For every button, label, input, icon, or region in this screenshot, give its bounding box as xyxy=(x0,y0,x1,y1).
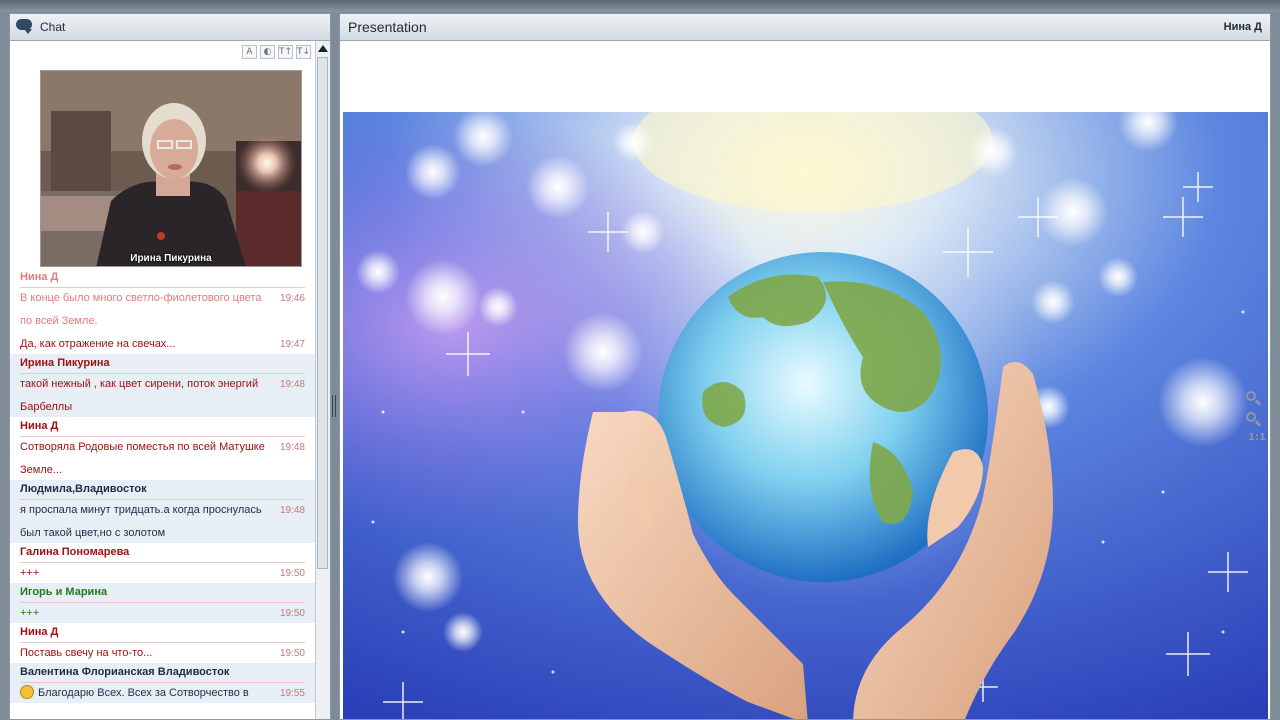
message-line: я проспала минут тридцать.а когда просну… xyxy=(10,497,315,520)
message-timestamp: 19:47 xyxy=(279,339,305,350)
presentation-slide[interactable] xyxy=(343,112,1268,719)
chat-message: Галина Пономарева +++ 19:50 xyxy=(10,543,315,583)
message-text: +++ xyxy=(20,607,40,619)
message-sender: Людмила,Владивосток xyxy=(10,480,315,500)
chat-scrollbar[interactable] xyxy=(315,41,330,719)
message-text: Поставь свечу на что-то... xyxy=(20,647,153,659)
message-line: Благодарю Всех. Всех за Сотворчество в 19… xyxy=(10,680,315,703)
chat-title: Chat xyxy=(40,20,66,34)
chat-toolbar: A ◐ T↑ T↓ xyxy=(242,45,311,59)
webcam-image xyxy=(41,71,301,266)
scroll-up-arrow-icon[interactable] xyxy=(318,45,328,52)
message-sender: Нина Д xyxy=(10,417,315,437)
presenter-name: Нина Д xyxy=(1223,21,1262,33)
message-text: Барбеллы xyxy=(20,401,73,413)
message-timestamp: 19:50 xyxy=(279,608,305,619)
message-timestamp: 19:50 xyxy=(279,648,305,659)
app-top-bar xyxy=(0,0,1280,12)
panel-resize-handle[interactable] xyxy=(332,395,336,417)
chat-message: Игорь и Марина +++ 19:50 xyxy=(10,583,315,623)
emoticon-button[interactable]: ◐ xyxy=(260,45,275,59)
chat-message: Людмила,Владивосток я проспала минут трид… xyxy=(10,480,315,543)
chat-scroll-area[interactable]: A ◐ T↑ T↓ Ирина Пикурина Нина Д В конце … xyxy=(10,41,315,719)
message-line: Барбеллы xyxy=(10,394,315,417)
message-timestamp: 19:48 xyxy=(279,505,305,516)
chat-messages: Нина Д В конце было много светло-фиолетов… xyxy=(10,268,315,703)
message-sender: Нина Д xyxy=(10,268,315,288)
message-sender: Галина Пономарева xyxy=(10,543,315,563)
message-text: Сотворяла Родовые поместья по всей Матуш… xyxy=(20,441,265,453)
font-increase-button[interactable]: T↑ xyxy=(278,45,293,59)
chat-header: Chat xyxy=(10,14,330,41)
message-sender: Ирина Пикурина xyxy=(10,354,315,374)
message-text: я проспала минут тридцать.а когда просну… xyxy=(20,504,262,516)
message-timestamp: 19:46 xyxy=(279,293,305,304)
chat-panel: Chat A ◐ T↑ T↓ Ирина Пикурина Нина Д В к… xyxy=(9,13,331,720)
chat-message: Нина Д В конце было много светло-фиолетов… xyxy=(10,268,315,354)
message-line: Земле... xyxy=(10,457,315,480)
message-line: по всей Земле. xyxy=(10,308,315,331)
message-line: такой нежный , как цвет сирени, поток эн… xyxy=(10,371,315,394)
message-line: +++ 19:50 xyxy=(10,600,315,623)
message-line: +++ 19:50 xyxy=(10,560,315,583)
font-style-button[interactable]: A xyxy=(242,45,257,59)
message-sender: Валентина Флорианская Владивосток xyxy=(10,663,315,683)
zoom-fit-button[interactable]: 1:1 xyxy=(1245,432,1267,443)
presentation-title: Presentation xyxy=(348,19,427,35)
chat-message: Ирина Пикурина такой нежный , как цвет си… xyxy=(10,354,315,417)
zoom-in-icon[interactable] xyxy=(1245,390,1263,408)
smiley-icon xyxy=(20,685,34,699)
message-text: +++ xyxy=(20,567,40,579)
chat-message: Нина Д Поставь свечу на что-то... 19:50 xyxy=(10,623,315,663)
zoom-out-icon[interactable] xyxy=(1245,411,1263,429)
font-decrease-button[interactable]: T↓ xyxy=(296,45,311,59)
message-text: Благодарю Всех. Всех за Сотворчество в xyxy=(38,687,249,699)
chat-message: Валентина Флорианская Владивосток Благода… xyxy=(10,663,315,703)
presentation-panel: Presentation Нина Д xyxy=(339,13,1271,720)
presentation-header: Presentation Нина Д xyxy=(340,14,1270,41)
message-line: Сотворяла Родовые поместья по всей Матуш… xyxy=(10,434,315,457)
message-sender: Нина Д xyxy=(10,623,315,643)
message-line: Поставь свечу на что-то... 19:50 xyxy=(10,640,315,663)
message-text: такой нежный , как цвет сирени, поток эн… xyxy=(20,378,259,390)
message-line: Да, как отражение на свечах... 19:47 xyxy=(10,331,315,354)
message-timestamp: 19:48 xyxy=(279,379,305,390)
zoom-controls: 1:1 xyxy=(1245,390,1267,443)
message-text: В конце было много светло-фиолетового цв… xyxy=(20,292,262,304)
message-text: по всей Земле. xyxy=(20,315,98,327)
message-timestamp: 19:55 xyxy=(279,688,305,699)
video-caption: Ирина Пикурина xyxy=(130,253,212,264)
message-sender: Игорь и Марина xyxy=(10,583,315,603)
message-timestamp: 19:48 xyxy=(279,442,305,453)
slide-image xyxy=(343,112,1268,719)
message-line: был такой цвет,но с золотом xyxy=(10,520,315,543)
message-timestamp: 19:50 xyxy=(279,568,305,579)
message-line: В конце было много светло-фиолетового цв… xyxy=(10,285,315,308)
message-text: был такой цвет,но с золотом xyxy=(20,527,166,539)
webcam-video[interactable]: Ирина Пикурина xyxy=(40,70,302,267)
message-text: Земле... xyxy=(20,464,63,476)
message-text: Да, как отражение на свечах... xyxy=(20,338,176,350)
chat-bubble-icon xyxy=(16,19,34,35)
scroll-thumb[interactable] xyxy=(317,57,328,569)
chat-message: Нина Д Сотворяла Родовые поместья по всей… xyxy=(10,417,315,480)
